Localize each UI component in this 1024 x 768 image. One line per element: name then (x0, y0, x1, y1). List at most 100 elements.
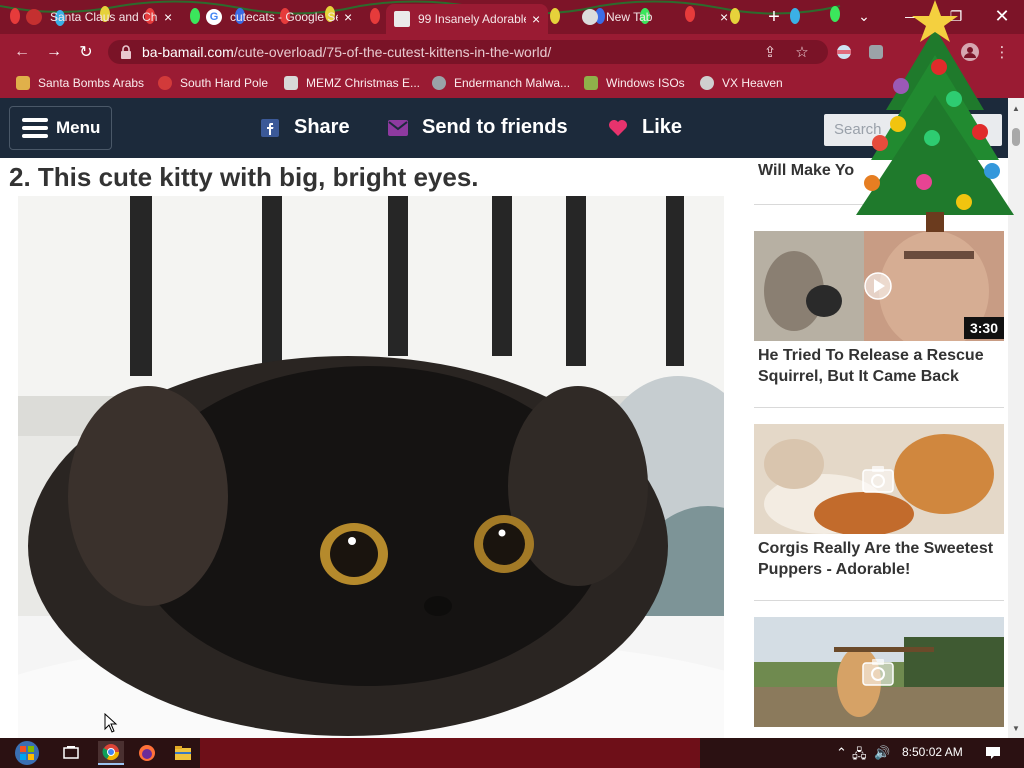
chrome-menu-icon[interactable]: ⋮ (990, 40, 1014, 64)
bookmark-label: Windows ISOs (606, 76, 685, 90)
chrome-taskbar-icon[interactable] (98, 741, 124, 765)
profile-avatar-icon[interactable] (958, 40, 982, 64)
envelope-icon (388, 118, 408, 138)
taskbar-background (200, 738, 700, 768)
tab-title: Santa Claus and Christ (50, 10, 158, 24)
tab-search-icon[interactable]: ⌄ (842, 0, 886, 32)
tab-adorable-kittens[interactable]: 99 Insanely Adorable C × (386, 4, 549, 34)
notifications-icon[interactable] (980, 741, 1006, 765)
url-path: /cute-overload/75-of-the-cutest-kittens-… (233, 44, 552, 60)
network-icon[interactable]: 🖧 (852, 745, 867, 767)
camera-icon (862, 659, 894, 686)
windows-iso-icon (584, 76, 598, 90)
divider (754, 407, 1004, 408)
bookmark-star-icon[interactable]: ☆ (790, 40, 814, 64)
bookmark-memz-christmas[interactable]: MEMZ Christmas E... (284, 76, 420, 90)
mouse-cursor-icon (104, 713, 118, 733)
back-arrow-icon[interactable]: ← (10, 41, 34, 63)
close-tab-icon[interactable]: × (344, 9, 352, 25)
screen: Santa Claus and Christ × G cutecats - Go… (0, 0, 1024, 768)
send-to-friends-button[interactable]: Send to friends (388, 116, 568, 139)
tab-title: New Tab (606, 10, 653, 24)
reload-icon[interactable]: ↻ (74, 41, 98, 63)
tab-santa-claus[interactable]: Santa Claus and Christ × (18, 4, 180, 30)
tab-title: cutecats - Google Sea (230, 10, 338, 24)
heart-icon (608, 118, 628, 138)
maximize-icon[interactable]: ❐ (934, 0, 978, 32)
close-tab-icon[interactable]: × (720, 9, 728, 25)
menu-button[interactable]: Menu (9, 106, 112, 150)
santa-favicon-icon (26, 9, 42, 25)
tab-strip: Santa Claus and Christ × G cutecats - Go… (0, 0, 1024, 34)
santa-icon (16, 76, 30, 90)
kitten-photo[interactable] (18, 196, 724, 738)
bookmark-windows-isos[interactable]: Windows ISOs (584, 76, 685, 90)
bookmark-label: VX Heaven (722, 76, 783, 90)
scrollbar-thumb[interactable] (1012, 128, 1020, 146)
bookmark-label: South Hard Pole (180, 76, 269, 90)
share-button[interactable]: Share (260, 116, 350, 139)
url-host: ba-bamail.com (142, 44, 234, 60)
file-explorer-icon[interactable] (170, 741, 196, 765)
bookmark-santa-bombs[interactable]: Santa Bombs Arabs (16, 76, 144, 90)
related-sidebar: Will Make Yo 3:30 He Tried To Release a … (754, 158, 1004, 738)
like-button[interactable]: Like (608, 116, 682, 139)
close-window-icon[interactable]: ✕ (980, 0, 1024, 32)
lock-icon (121, 45, 131, 59)
forward-arrow-icon[interactable]: → (42, 41, 66, 63)
bookmark-vx-heaven[interactable]: VX Heaven (700, 76, 783, 90)
site-search-input[interactable]: Search (824, 114, 1002, 146)
send-label: Send to friends (422, 116, 568, 138)
play-icon[interactable] (861, 271, 895, 301)
windows-taskbar: ⌃ 🖧 🔊 8:50:02 AM (0, 738, 1024, 768)
related-card-dog[interactable] (754, 617, 1004, 738)
card-title[interactable]: He Tried To Release a Rescue Squirrel, B… (758, 345, 1004, 387)
system-clock[interactable]: 8:50:02 AM (902, 745, 963, 759)
minimize-icon[interactable]: — (890, 0, 934, 32)
bookmark-south-hard-pole[interactable]: South Hard Pole (158, 76, 268, 90)
facebook-icon (260, 118, 280, 138)
close-tab-icon[interactable]: × (164, 9, 172, 25)
page-scrollbar[interactable]: ▲ ▼ (1008, 98, 1024, 738)
bookmark-label: Santa Bombs Arabs (38, 76, 145, 90)
tab-title: 99 Insanely Adorable C (418, 12, 526, 26)
bookmark-label: Endermanch Malwa... (454, 76, 571, 90)
google-favicon-icon: G (206, 9, 222, 25)
site-favicon-icon (394, 11, 410, 27)
camera-icon (862, 466, 894, 493)
scroll-down-arrow-icon[interactable]: ▼ (1012, 724, 1020, 733)
scroll-up-arrow-icon[interactable]: ▲ (1012, 104, 1020, 113)
card-title[interactable]: Corgis Really Are the Sweetest Puppers -… (758, 538, 1004, 580)
extension-flag-icon[interactable] (832, 40, 856, 64)
bookmark-endermanch-malware[interactable]: Endermanch Malwa... (432, 76, 570, 90)
previous-article-title[interactable]: Will Make Yo (758, 160, 854, 181)
related-card-squirrel[interactable]: 3:30 He Tried To Release a Rescue Squirr… (754, 231, 1004, 401)
vx-heaven-icon (700, 76, 714, 90)
task-view-icon[interactable] (58, 741, 84, 765)
new-tab-button[interactable]: + (762, 5, 786, 29)
show-hidden-icons-icon[interactable]: ⌃ (836, 745, 847, 761)
share-page-icon[interactable]: ⇪ (758, 40, 782, 64)
menu-label: Menu (56, 118, 101, 137)
share-label: Share (294, 116, 350, 138)
close-tab-icon[interactable]: × (532, 11, 540, 27)
hamburger-icon (22, 118, 48, 138)
memz-icon (284, 76, 298, 90)
video-duration: 3:30 (963, 317, 1004, 339)
tab-new-tab[interactable]: New Tab × (574, 4, 736, 30)
like-label: Like (642, 116, 683, 138)
volume-icon[interactable]: 🔊 (874, 745, 890, 761)
start-button-icon[interactable] (10, 740, 44, 766)
address-bar[interactable]: ba-bamail.com/cute-overload/75-of-the-cu… (108, 40, 828, 64)
divider (754, 204, 1004, 205)
related-card-corgis[interactable]: Corgis Really Are the Sweetest Puppers -… (754, 424, 1004, 594)
web-page: Menu Share Send to friends Like Search 2… (0, 98, 1008, 738)
chrome-favicon-icon (582, 9, 598, 25)
article-heading: 2. This cute kitty with big, bright eyes… (9, 162, 479, 192)
snowflake-icon (158, 76, 172, 90)
extension-s-icon[interactable] (864, 40, 888, 64)
firefox-taskbar-icon[interactable] (134, 741, 160, 765)
tab-cutecats-google[interactable]: G cutecats - Google Sea × (198, 4, 360, 30)
url-text: ba-bamail.com/cute-overload/75-of-the-cu… (142, 44, 551, 60)
bookmark-label: MEMZ Christmas E... (306, 76, 421, 90)
